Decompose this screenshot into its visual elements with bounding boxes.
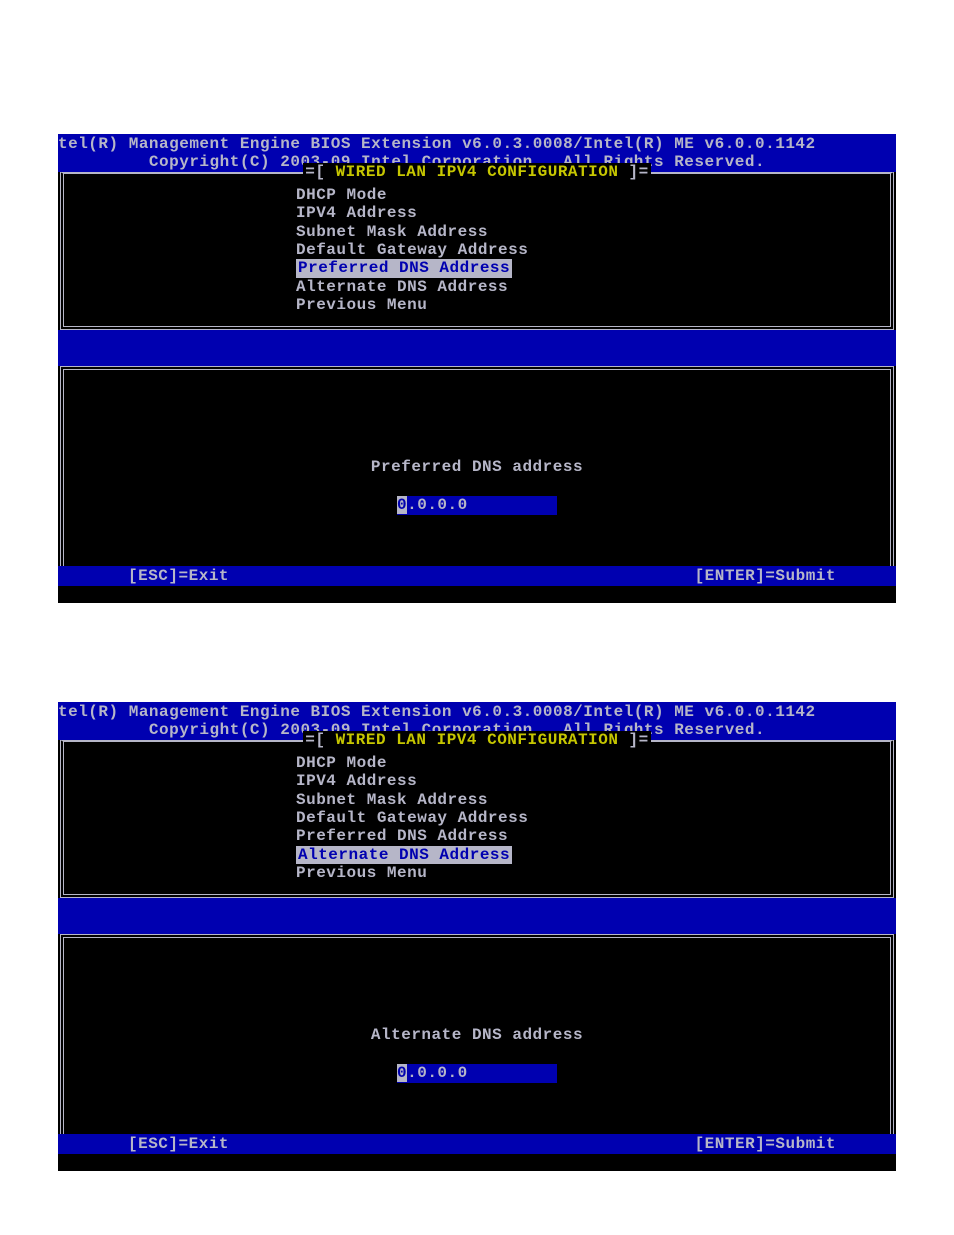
footer-esc-hint: [ESC]=Exit: [128, 566, 229, 586]
menu-item-preferred-dns-address[interactable]: Preferred DNS Address: [296, 259, 512, 277]
menu-item-alternate-dns-address[interactable]: Alternate DNS Address: [296, 278, 890, 296]
footer-esc-hint: [ESC]=Exit: [128, 1134, 229, 1154]
dns-address-input[interactable]: 0.0.0.0: [397, 496, 557, 514]
header-line-1: tel(R) Management Engine BIOS Extension …: [58, 703, 896, 721]
input-panel: Alternate DNS address 0.0.0.0: [60, 934, 894, 1134]
config-menu-panel: =[ WIRED LAN IPV4 CONFIGURATION ]= DHCP …: [60, 172, 894, 330]
bios-screen-preferred-dns: tel(R) Management Engine BIOS Extension …: [58, 134, 896, 603]
footer-bar: [ESC]=Exit [ENTER]=Submit: [58, 1134, 896, 1154]
panel-title: =[ WIRED LAN IPV4 CONFIGURATION ]=: [303, 731, 650, 749]
menu-item-ipv4-address[interactable]: IPV4 Address: [296, 204, 890, 222]
footer-enter-hint: [ENTER]=Submit: [695, 566, 836, 586]
footer-bar: [ESC]=Exit [ENTER]=Submit: [58, 566, 896, 586]
menu-item-previous-menu[interactable]: Previous Menu: [296, 296, 890, 314]
menu-item-default-gateway-address[interactable]: Default Gateway Address: [296, 241, 890, 259]
separator-bar: [58, 330, 896, 366]
input-panel: Preferred DNS address 0.0.0.0: [60, 366, 894, 566]
menu-item-subnet-mask-address[interactable]: Subnet Mask Address: [296, 791, 890, 809]
footer-enter-hint: [ENTER]=Submit: [695, 1134, 836, 1154]
menu-item-dhcp-mode[interactable]: DHCP Mode: [296, 186, 890, 204]
config-menu-panel: =[ WIRED LAN IPV4 CONFIGURATION ]= DHCP …: [60, 740, 894, 898]
menu-item-dhcp-mode[interactable]: DHCP Mode: [296, 754, 890, 772]
config-menu[interactable]: DHCP ModeIPV4 AddressSubnet Mask Address…: [296, 186, 890, 315]
bios-screen-alternate-dns: tel(R) Management Engine BIOS Extension …: [58, 702, 896, 1171]
config-menu[interactable]: DHCP ModeIPV4 AddressSubnet Mask Address…: [296, 754, 890, 883]
input-prompt-label: Preferred DNS address: [64, 458, 890, 476]
menu-item-alternate-dns-address[interactable]: Alternate DNS Address: [296, 846, 512, 864]
header-line-1: tel(R) Management Engine BIOS Extension …: [58, 135, 896, 153]
dns-address-input[interactable]: 0.0.0.0: [397, 1064, 557, 1082]
menu-item-subnet-mask-address[interactable]: Subnet Mask Address: [296, 223, 890, 241]
input-prompt-label: Alternate DNS address: [64, 1026, 890, 1044]
menu-item-default-gateway-address[interactable]: Default Gateway Address: [296, 809, 890, 827]
separator-bar: [58, 898, 896, 934]
menu-item-preferred-dns-address[interactable]: Preferred DNS Address: [296, 827, 890, 845]
menu-item-ipv4-address[interactable]: IPV4 Address: [296, 772, 890, 790]
menu-item-previous-menu[interactable]: Previous Menu: [296, 864, 890, 882]
panel-title: =[ WIRED LAN IPV4 CONFIGURATION ]=: [303, 163, 650, 181]
